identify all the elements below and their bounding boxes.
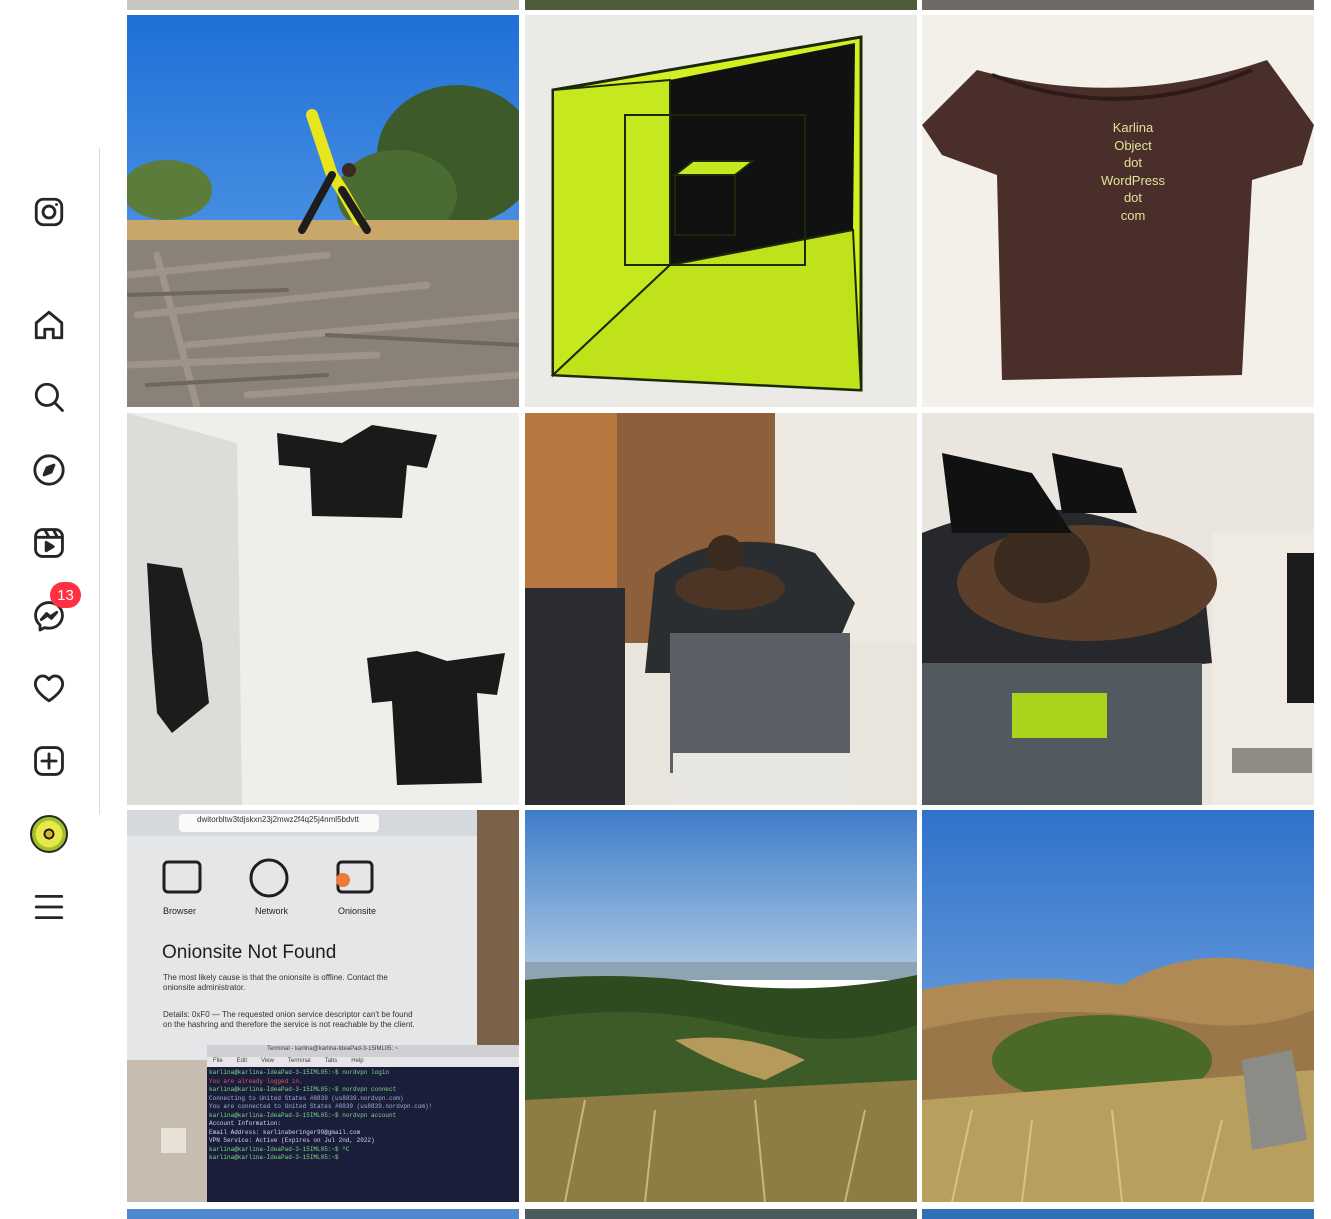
post-image bbox=[922, 0, 1314, 10]
post-tile[interactable] bbox=[525, 413, 917, 805]
post-tile[interactable] bbox=[922, 0, 1314, 10]
terminal-line: karlina@karlina-IdeaPad-3-15IML05:~$ nor… bbox=[209, 1111, 397, 1119]
post-tile[interactable] bbox=[525, 810, 917, 1202]
terminal-menu-item: File bbox=[213, 1058, 223, 1064]
shirt-line: Object bbox=[1114, 137, 1152, 153]
post-image-cat-closeup bbox=[922, 413, 1314, 805]
tshirt-text: Karlina Object dot WordPress dot com bbox=[1082, 119, 1184, 225]
terminal-menu-item: Edit bbox=[236, 1058, 248, 1064]
post-image-shirts-on-wall bbox=[127, 413, 519, 805]
post-image-green-cube-drawing bbox=[525, 15, 917, 407]
terminal-line: You are already logged in. bbox=[209, 1077, 303, 1085]
terminal-title: Terminal - karlina@karlina-IdeaPad-3-15I… bbox=[267, 1046, 399, 1052]
screenshot-body: The most likely cause is that the onions… bbox=[163, 973, 388, 992]
shirt-line: dot bbox=[1123, 190, 1143, 206]
post-image bbox=[127, 1209, 519, 1219]
post-image bbox=[525, 1209, 917, 1219]
shirt-line: WordPress bbox=[1100, 172, 1166, 188]
profile-post-grid: Karlina Object dot WordPress dot com dwi… bbox=[0, 0, 1331, 1219]
post-tile[interactable] bbox=[127, 413, 519, 805]
post-tile[interactable] bbox=[525, 15, 917, 407]
screenshot-toolbar-label: Network bbox=[255, 906, 289, 916]
terminal-menu-item: Terminal bbox=[287, 1058, 311, 1064]
post-tile[interactable] bbox=[922, 810, 1314, 1202]
shirt-line: Karlina bbox=[1112, 120, 1154, 135]
terminal-line: karlina@karlina-IdeaPad-3-15IML05:~$ nor… bbox=[209, 1086, 397, 1093]
post-tile[interactable]: dwitorbltw3tdjskxn23j2mwz2f4q25j4nml5bdv… bbox=[127, 810, 519, 1202]
screenshot-details: Details: 0xF0 — The requested onion serv… bbox=[163, 1010, 415, 1029]
terminal-line: VPN Service: Active (Expires on Jul 2nd,… bbox=[209, 1137, 375, 1144]
post-image bbox=[922, 1209, 1314, 1219]
post-tile[interactable] bbox=[525, 1209, 917, 1219]
screenshot-url: dwitorbltw3tdjskxn23j2mwz2f4q25j4nml5bdv… bbox=[197, 815, 359, 824]
post-image bbox=[127, 0, 519, 10]
post-tile[interactable] bbox=[922, 413, 1314, 805]
post-tile[interactable] bbox=[525, 0, 917, 10]
terminal-menu-item: Help bbox=[351, 1058, 364, 1064]
terminal-menu-item: Tabs bbox=[324, 1058, 338, 1064]
post-tile[interactable] bbox=[127, 1209, 519, 1219]
terminal-output: karlina@karlina-IdeaPad-3-15IML05:~$ nor… bbox=[209, 1069, 515, 1163]
post-image-yoga-driftwood bbox=[127, 15, 519, 407]
terminal-line: karlina@karlina-IdeaPad-3-15IML05:~$ bbox=[209, 1154, 339, 1161]
screenshot-toolbar-label: Onionsite bbox=[338, 906, 377, 916]
terminal-menu: File Edit View Terminal Tabs Help bbox=[213, 1058, 364, 1064]
screenshot-title: Onionsite Not Found bbox=[162, 942, 337, 963]
terminal-line: Email Address: karlinaberinger99@gmail.c… bbox=[209, 1128, 361, 1136]
post-tile[interactable] bbox=[922, 1209, 1314, 1219]
shirt-line: com bbox=[1120, 207, 1146, 223]
terminal-line: You are connected to United States #8839… bbox=[209, 1103, 433, 1110]
terminal-menu-item: View bbox=[261, 1058, 274, 1064]
post-tile[interactable] bbox=[127, 15, 519, 407]
terminal-line: Account Information: bbox=[209, 1120, 282, 1127]
post-tile[interactable] bbox=[127, 0, 519, 10]
terminal-line: karlina@karlina-IdeaPad-3-15IML05:~$ nor… bbox=[209, 1069, 390, 1076]
terminal-line: Connecting to United States #8839 (us883… bbox=[209, 1094, 404, 1102]
screenshot-toolbar-label: Browser bbox=[163, 906, 197, 916]
post-image-cat-on-bin bbox=[525, 413, 917, 805]
post-image-valley-view bbox=[525, 810, 917, 1202]
post-image-golden-hills bbox=[922, 810, 1314, 1202]
post-tile[interactable]: Karlina Object dot WordPress dot com bbox=[922, 15, 1314, 407]
terminal-line: karlina@karlina-IdeaPad-3-15IML05:~$ ^C bbox=[209, 1145, 350, 1153]
post-image bbox=[525, 0, 917, 10]
shirt-line: dot bbox=[1123, 155, 1143, 171]
